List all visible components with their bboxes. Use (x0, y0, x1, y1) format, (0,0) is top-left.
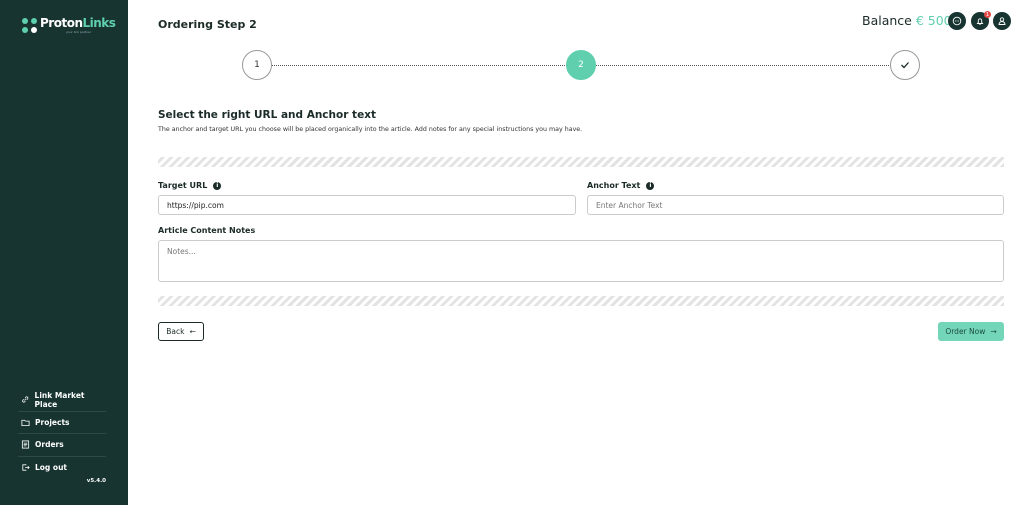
sidebar-item-link-market-place[interactable]: Link Market Place (18, 389, 106, 412)
sidebar-item-orders[interactable]: Orders (18, 434, 106, 457)
link-icon (22, 396, 29, 403)
sidebar-item-label: Link Market Place (34, 390, 85, 409)
logo-mark-icon (22, 17, 38, 34)
info-icon[interactable]: i (213, 181, 222, 190)
anchor-text-input[interactable] (587, 195, 1004, 215)
target-url-label: Target URL i (158, 181, 222, 190)
balance-amount: € 500 (915, 13, 952, 28)
balance-display: Balance € 500 (862, 13, 952, 28)
notes-label: Article Content Notes (158, 226, 256, 235)
logo[interactable]: ProtonLinks your link partner (22, 16, 116, 34)
brand-tagline: your link partner (66, 30, 92, 34)
page-title: Ordering Step 2 (158, 18, 257, 31)
anchor-text-label: Anchor Text i (587, 181, 655, 190)
back-button-label: Back (166, 327, 185, 336)
orders-icon (21, 440, 30, 449)
sidebar-item-label: Log out (35, 463, 67, 473)
folder-icon (21, 419, 30, 426)
order-button-label: Order Now (945, 327, 986, 336)
notification-badge: 1 (984, 11, 991, 18)
order-now-button[interactable]: Order Now → (938, 322, 1004, 341)
sidebar-item-label: Orders (35, 440, 64, 450)
version-label: v5.4.0 (86, 478, 106, 484)
divider (158, 157, 1004, 167)
arrow-left-icon: ← (189, 327, 196, 336)
target-url-input[interactable] (158, 195, 576, 215)
balance-label: Balance (862, 13, 912, 28)
sidebar-nav: Link Market Place Projects Orders Log ou… (18, 389, 106, 479)
step-3 (890, 50, 920, 80)
profile-button[interactable] (993, 12, 1011, 30)
stepper-connector (596, 65, 891, 66)
info-icon[interactable]: i (646, 181, 655, 190)
section-description: The anchor and target URL you choose wil… (158, 126, 583, 133)
sidebar-item-logout[interactable]: Log out (18, 457, 106, 480)
sidebar-item-projects[interactable]: Projects (18, 412, 106, 434)
notes-textarea[interactable] (158, 240, 1004, 282)
step-1: 1 (242, 50, 272, 80)
user-icon (998, 17, 1006, 25)
arrow-right-icon: → (990, 327, 997, 336)
sidebar: ProtonLinks your link partner Link Marke… (0, 0, 128, 505)
sidebar-item-label: Projects (35, 417, 70, 427)
step-2: 2 (566, 50, 596, 80)
chat-button[interactable] (948, 12, 966, 30)
bell-icon (976, 18, 984, 25)
check-icon (901, 62, 909, 69)
divider (158, 296, 1004, 306)
section-title: Select the right URL and Anchor text (158, 109, 376, 121)
back-button[interactable]: Back ← (158, 322, 204, 341)
brand-name: ProtonLinks (40, 16, 116, 30)
stepper-connector (272, 65, 567, 66)
chat-icon (952, 16, 962, 26)
logout-icon (22, 464, 30, 471)
